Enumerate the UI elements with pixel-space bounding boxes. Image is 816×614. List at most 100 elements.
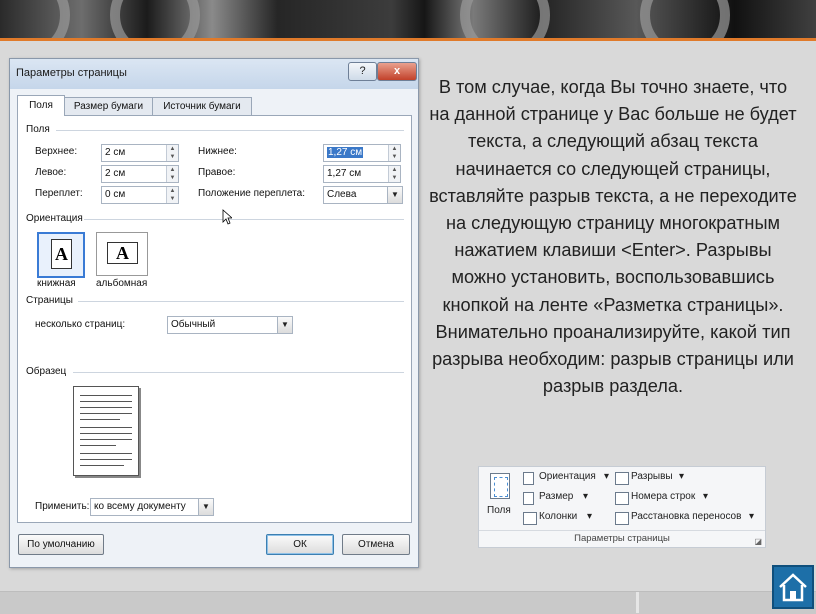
orientation-ribbon-label: Ориентация — [539, 471, 596, 482]
page-layout-ribbon-group: Поля Ориентация ▾ Размер ▾ Колонки ▾ Раз… — [478, 466, 766, 548]
portrait-page-icon: A — [51, 239, 72, 269]
orientation-icon — [523, 472, 534, 485]
top-margin-input[interactable]: 2 см ▲ ▼ — [101, 144, 179, 162]
cancel-button[interactable]: Отмена — [342, 534, 410, 555]
preview-line — [80, 439, 132, 440]
ribbon-group-title: Параметры страницы — [574, 533, 670, 544]
spinner-arrows[interactable]: ▲ ▼ — [166, 166, 178, 182]
preview-line — [80, 395, 132, 396]
margins-icon — [490, 473, 510, 499]
apply-to-value: ко всему документу — [94, 501, 186, 512]
bottom-margin-value: 1,27 см — [327, 147, 364, 158]
home-icon — [779, 573, 807, 602]
margins-ribbon-label: Поля — [487, 505, 511, 516]
page-preview — [73, 386, 139, 476]
bottom-margin-input[interactable]: 1,27 см ▲ ▼ — [323, 144, 401, 162]
spinner-arrows[interactable]: ▲ ▼ — [166, 187, 178, 203]
preview-line — [80, 465, 124, 466]
page-setup-dialog: Параметры страницы ? x Поля Размер бумаг… — [9, 58, 419, 568]
multiple-pages-value: Обычный — [171, 319, 216, 330]
preview-line — [80, 453, 132, 454]
gutter-value: 0 см — [105, 189, 126, 200]
breaks-icon — [615, 472, 629, 485]
divider — [56, 130, 404, 131]
tab-margins[interactable]: Поля — [17, 95, 65, 116]
tab-paper-source[interactable]: Источник бумаги — [152, 97, 252, 115]
preview-line — [80, 407, 132, 408]
gutter-input[interactable]: 0 см ▲ ▼ — [101, 186, 179, 204]
chevron-down-icon: ▾ — [679, 471, 685, 482]
gutter-position-value: Слева — [327, 189, 357, 200]
spinner-arrows[interactable]: ▲ ▼ — [166, 145, 178, 161]
top-banner — [0, 0, 816, 60]
left-margin-input[interactable]: 2 см ▲ ▼ — [101, 165, 179, 183]
dialog-launcher-icon[interactable]: ◪ — [754, 534, 762, 550]
close-button[interactable]: x — [377, 62, 417, 81]
margins-icon-guide — [494, 477, 508, 497]
hyphenation-icon — [615, 512, 629, 525]
chevron-down-icon[interactable]: ▼ — [198, 499, 213, 515]
apply-to-select[interactable]: ко всему документу ▼ — [90, 498, 214, 516]
spinner-arrows[interactable]: ▲ ▼ — [388, 166, 400, 182]
margins-tab-panel: Поля Верхнее: 2 см ▲ ▼ Нижнее: 1,27 см ▲ ▼… — [17, 115, 412, 523]
mouse-cursor-icon — [222, 209, 232, 225]
multiple-pages-label: несколько страниц: — [35, 319, 126, 330]
columns-ribbon-label: Колонки — [539, 511, 578, 522]
orientation-section-title: Ориентация — [26, 213, 83, 224]
preview-line — [80, 427, 132, 428]
multiple-pages-select[interactable]: Обычный ▼ — [167, 316, 293, 334]
bottom-bar — [0, 591, 816, 614]
home-button[interactable] — [772, 565, 814, 609]
right-margin-label: Правое: — [198, 167, 236, 178]
landscape-option[interactable]: A — [96, 232, 148, 276]
size-ribbon-label: Размер — [539, 491, 574, 502]
top-margin-value: 2 см — [105, 147, 126, 158]
line-numbers-icon — [615, 492, 629, 505]
landscape-label: альбомная — [96, 278, 148, 289]
tab-paper-size[interactable]: Размер бумаги — [64, 97, 153, 115]
preview-line — [80, 419, 120, 420]
ok-button[interactable]: ОК — [266, 534, 334, 555]
size-icon — [523, 492, 534, 505]
preview-line — [80, 401, 132, 402]
margins-ribbon-button[interactable]: Поля — [485, 471, 515, 527]
chevron-down-icon: ▾ — [604, 471, 610, 482]
chevron-down-icon[interactable]: ▼ — [277, 317, 292, 333]
landscape-page-icon: A — [107, 242, 138, 264]
hyphenation-ribbon-label: Расстановка переносов — [631, 511, 742, 522]
help-button[interactable]: ? — [348, 62, 377, 81]
left-margin-label: Левое: — [35, 167, 67, 178]
gutter-position-label: Положение переплета: — [198, 188, 306, 199]
gutter-label: Переплет: — [35, 188, 83, 199]
explanation-paragraph: В том случае, когда Вы точно знаете, что… — [429, 77, 797, 397]
divider — [78, 301, 404, 302]
chevron-down-icon: ▾ — [749, 511, 755, 522]
breaks-ribbon-label: Разрывы — [631, 471, 673, 482]
ribbon-group-label: Параметры страницы ◪ — [479, 530, 765, 547]
divider — [73, 372, 404, 373]
line-numbers-ribbon-label: Номера строк — [631, 491, 696, 502]
pages-section-title: Страницы — [26, 295, 73, 306]
set-default-button[interactable]: По умолчанию — [18, 534, 104, 555]
right-margin-input[interactable]: 1,27 см ▲ ▼ — [323, 165, 401, 183]
chevron-down-icon: ▾ — [587, 511, 593, 522]
left-margin-value: 2 см — [105, 168, 126, 179]
dialog-titlebar: Параметры страницы ? x — [10, 59, 418, 89]
chevron-down-icon[interactable]: ▼ — [387, 187, 402, 203]
spinner-arrows[interactable]: ▲ ▼ — [388, 145, 400, 161]
chevron-down-icon: ▾ — [703, 491, 709, 502]
preview-line — [80, 413, 132, 414]
gutter-position-select[interactable]: Слева ▼ — [323, 186, 403, 204]
divider — [84, 219, 404, 220]
apply-to-label: Применить: — [35, 501, 90, 512]
margins-section-title: Поля — [26, 124, 50, 135]
top-margin-label: Верхнее: — [35, 146, 78, 157]
columns-icon — [523, 512, 537, 525]
bottom-margin-label: Нижнее: — [198, 146, 237, 157]
portrait-label: книжная — [37, 278, 76, 289]
right-margin-value: 1,27 см — [327, 168, 362, 179]
portrait-option[interactable]: A — [37, 232, 85, 278]
preview-line — [80, 459, 132, 460]
preview-line — [80, 445, 116, 446]
preview-section-title: Образец — [26, 366, 67, 377]
